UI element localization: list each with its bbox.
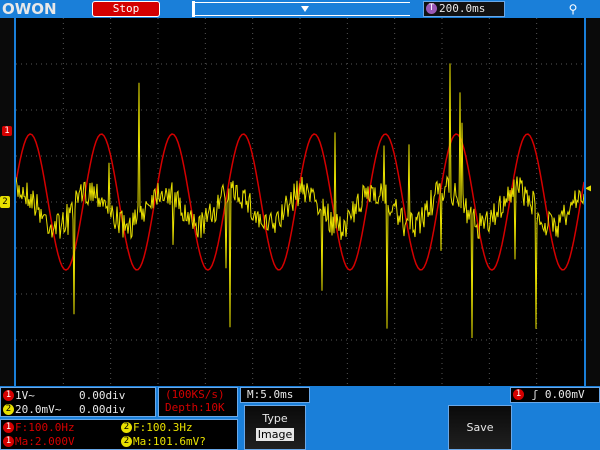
type-value: Image [255, 428, 295, 441]
timebase-value: 200.0ms [439, 2, 486, 15]
brand-logo: OWON [2, 0, 57, 18]
ch1-offset: 0.00div [79, 389, 126, 402]
ch1-frequency: F:100.0Hz [15, 421, 75, 434]
usb-icon: ⚲ [568, 2, 578, 16]
ch1-coupling: 1V~ [15, 389, 35, 402]
ch2-level-marker[interactable]: 2 [0, 196, 10, 208]
trigger-info-box: 1 ʃ 0.00mV [510, 387, 600, 403]
ch1-level-marker[interactable]: 1 [2, 126, 12, 136]
run-stop-status[interactable]: Stop [92, 1, 160, 17]
ch1-amplitude: Ma:2.000V [15, 435, 75, 448]
trigger-source-badge: 1 [513, 389, 524, 400]
main-timebase-box: M:5.0ms [240, 387, 310, 403]
ch2-amp-row: 2 Ma:101.6mV? [121, 435, 206, 449]
ch2-frequency: F:100.3Hz [133, 421, 193, 434]
trigger-level: 0.00mV [544, 388, 585, 401]
ch1-info-row: 1 1V~ [3, 389, 35, 403]
ch2-waveform [16, 63, 584, 339]
type-label: Type [262, 412, 288, 425]
ch2-amp-badge: 2 [121, 436, 132, 447]
trigger-center-tick [301, 6, 309, 12]
waveform-graticule [16, 18, 584, 386]
horizontal-position-box: T 200.0ms [423, 1, 505, 17]
ch2-info-row: 2 20.0mV~ [3, 403, 61, 417]
ch1-amp-row: 1 Ma:2.000V [3, 435, 75, 449]
ch2-freq-row: 2 F:100.3Hz [121, 421, 193, 435]
ch2-freq-badge: 2 [121, 422, 132, 433]
waveform-display [14, 18, 586, 386]
save-button[interactable]: Save [448, 405, 512, 450]
ch2-coupling: 20.0mV~ [15, 403, 62, 416]
trigger-position-mark [192, 1, 195, 17]
trigger-level-marker[interactable]: ◀ [585, 183, 593, 194]
ch1-amp-badge: 1 [3, 436, 14, 447]
measurement-box: 1 F:100.0Hz 2 F:100.3Hz 1 Ma:2.000V 2 Ma:101… [0, 419, 238, 450]
oscilloscope-screen: OWON Stop T 200.0ms ⚲ 1 2 ◀ 1 1V~ 0.00div … [0, 0, 600, 450]
timebase-badge: T [426, 3, 437, 14]
sample-info-box: (100KS/s) Depth:10K [158, 387, 238, 417]
ch1-freq-row: 1 F:100.0Hz [3, 421, 75, 435]
trigger-position-bar [192, 1, 410, 17]
ch1-freq-badge: 1 [3, 422, 14, 433]
top-status-bar: OWON Stop T 200.0ms ⚲ [0, 0, 600, 18]
channel-info-box: 1 1V~ 0.00div 2 20.0mV~ 0.00div [0, 387, 156, 417]
sample-rate: (100KS/s) [165, 388, 225, 401]
ch2-offset: 0.00div [79, 403, 126, 416]
type-menu-button[interactable]: Type Image [244, 405, 306, 450]
ch1-badge: 1 [3, 390, 14, 401]
ch2-amplitude: Ma:101.6mV? [133, 435, 206, 448]
trigger-edge-icon: ʃ [531, 388, 539, 401]
ch2-badge: 2 [3, 404, 14, 415]
memory-depth: Depth:10K [165, 401, 225, 414]
